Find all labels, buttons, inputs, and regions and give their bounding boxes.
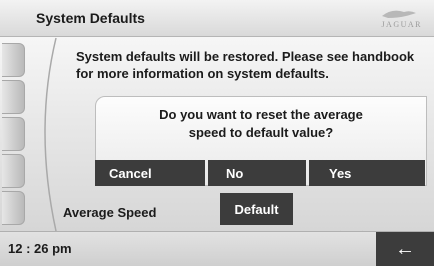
clock-time: 12 : 26 pm <box>8 241 72 256</box>
back-arrow-icon: ← <box>395 237 415 260</box>
side-tab[interactable] <box>2 191 25 225</box>
no-button[interactable]: No <box>208 160 306 186</box>
average-speed-label: Average Speed <box>63 205 157 220</box>
side-tab[interactable] <box>2 43 25 77</box>
side-tab[interactable] <box>2 117 25 151</box>
back-button[interactable]: ← <box>376 232 434 266</box>
side-tab-rail <box>0 43 25 227</box>
side-tab[interactable] <box>2 80 25 114</box>
dialog-question: Do you want to reset the average speed t… <box>159 107 363 140</box>
info-message: System defaults will be restored. Please… <box>76 49 415 81</box>
yes-button[interactable]: Yes <box>309 160 425 186</box>
status-bar: 12 : 26 pm ← <box>0 231 434 266</box>
cancel-button[interactable]: Cancel <box>95 160 205 186</box>
dialog-button-row: Cancel No Yes <box>95 160 425 186</box>
side-tab[interactable] <box>2 154 25 188</box>
default-button[interactable]: Default <box>220 193 293 225</box>
